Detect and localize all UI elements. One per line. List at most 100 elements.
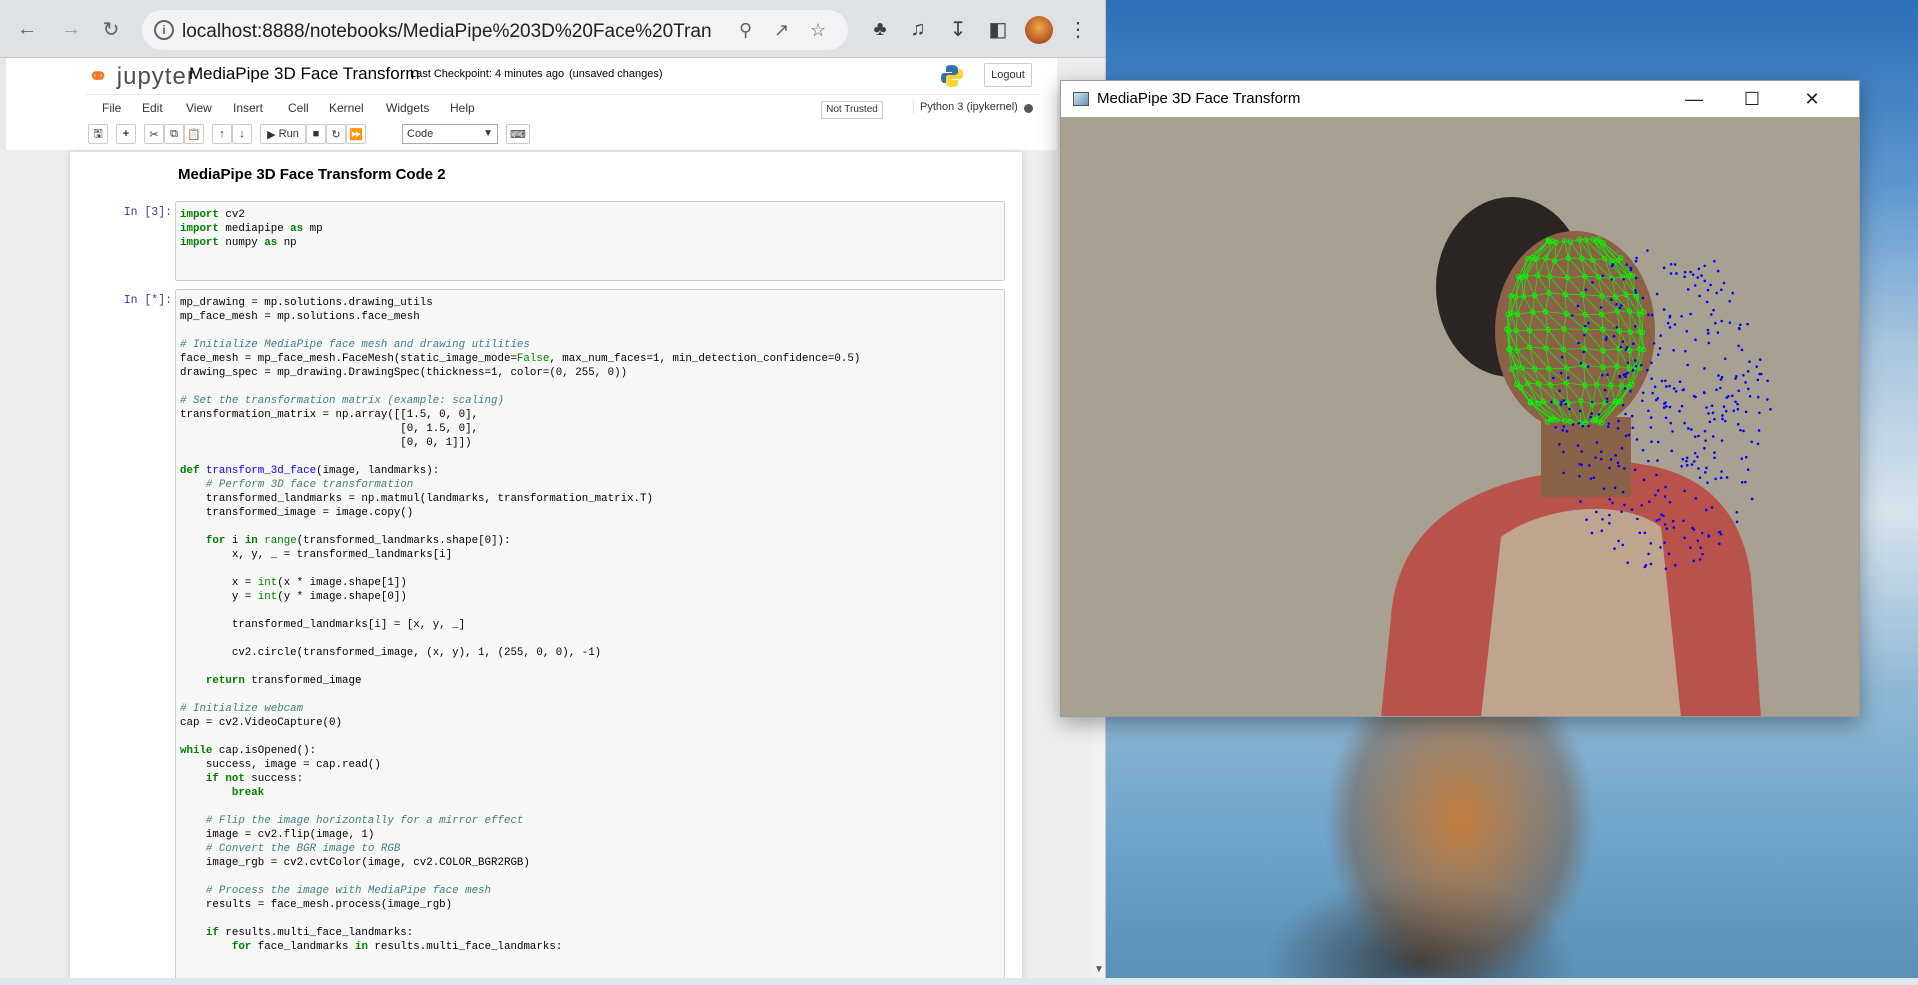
share-icon[interactable]: ↗: [774, 20, 789, 41]
transformed-landmark-point: [1653, 385, 1657, 389]
transformed-landmark-point: [1722, 281, 1726, 285]
forward-arrow-icon[interactable]: →: [56, 14, 86, 44]
menu-cell[interactable]: Cell: [288, 101, 309, 115]
run-button[interactable]: ▶ Run: [260, 124, 306, 144]
trust-indicator[interactable]: Not Trusted: [821, 101, 883, 119]
transformed-landmark-point: [1562, 450, 1565, 454]
transformed-landmark-point: [1618, 306, 1622, 310]
notebook-name[interactable]: MediaPipe 3D Face Transform: [189, 64, 420, 84]
kernel-name[interactable]: Python 3 (ipykernel): [913, 101, 1018, 113]
transformed-landmark-point: [1750, 497, 1754, 501]
transformed-landmark-point: [1683, 270, 1687, 274]
cell2-line: transformed_image = image.copy(): [180, 507, 414, 519]
media-control-icon[interactable]: ♫: [904, 14, 932, 44]
maximize-icon[interactable]: ☐: [1729, 85, 1775, 113]
menu-edit[interactable]: Edit: [142, 101, 163, 115]
transformed-landmark-point: [1694, 395, 1697, 399]
transformed-landmark-point: [1713, 456, 1716, 460]
fast-forward-icon[interactable]: ⏩: [346, 124, 366, 144]
chevron-down-icon: ▼: [483, 128, 493, 139]
transformed-landmark-point: [1692, 528, 1696, 531]
menu-file[interactable]: File: [102, 101, 121, 115]
cell-type-select[interactable]: Code ▼: [402, 124, 498, 144]
copy-icon[interactable]: ⧉: [164, 124, 184, 144]
profile-avatar-icon[interactable]: [1025, 16, 1053, 44]
transformed-landmark-point: [1715, 388, 1718, 392]
transformed-landmark-point: [1725, 396, 1729, 399]
keyboard-icon[interactable]: ⌨: [506, 124, 530, 144]
jupyter-logo[interactable]: ⚭ jupyter: [88, 62, 196, 91]
transformed-landmark-point: [1645, 368, 1649, 372]
add-cell-icon[interactable]: +: [116, 124, 136, 144]
transformed-landmark-point: [1720, 470, 1723, 473]
transformed-landmark-point: [1703, 429, 1707, 433]
url-text[interactable]: localhost:8888/notebooks/MediaPipe%203D%…: [182, 21, 712, 43]
transformed-landmark-point: [1719, 476, 1723, 480]
scroll-down-arrow-icon[interactable]: ▼: [1094, 964, 1104, 975]
transformed-landmark-point: [1649, 426, 1653, 429]
download-icon[interactable]: ↧: [944, 14, 972, 44]
transformed-landmark-point: [1728, 321, 1732, 324]
restart-icon[interactable]: ↻: [326, 124, 346, 144]
cell2-line: [180, 380, 1000, 394]
transformed-landmark-point: [1658, 347, 1662, 350]
code-cell-1[interactable]: import cv2 import mediapipe as mp import n…: [175, 201, 1005, 281]
transformed-landmark-point: [1641, 391, 1645, 395]
transformed-landmark-point: [1694, 497, 1698, 500]
code-cell-2[interactable]: mp_drawing = mp.solutions.drawing_utils m…: [175, 289, 1005, 978]
menu-widgets[interactable]: Widgets: [386, 101, 429, 115]
back-arrow-icon[interactable]: ←: [12, 14, 42, 44]
transformed-landmark-point: [1668, 314, 1672, 318]
reload-icon[interactable]: ↻: [96, 14, 126, 44]
transformed-landmark-point: [1712, 308, 1715, 312]
transformed-landmark-point: [1649, 416, 1653, 419]
transformed-landmark-point: [1675, 272, 1678, 275]
zoom-icon[interactable]: ⚲: [739, 20, 752, 41]
transformed-landmark-point: [1624, 434, 1628, 438]
video-window-titlebar[interactable]: MediaPipe 3D Face Transform — ☐ ✕: [1061, 81, 1859, 117]
transformed-landmark-point: [1562, 471, 1565, 475]
transformed-landmark-point: [1631, 369, 1635, 372]
markdown-heading[interactable]: MediaPipe 3D Face Transform Code 2: [178, 166, 446, 183]
minimize-icon[interactable]: —: [1671, 85, 1717, 113]
transformed-landmark-point: [1624, 348, 1628, 351]
save-icon[interactable]: 🖫: [88, 124, 108, 144]
menu-insert[interactable]: Insert: [233, 101, 263, 115]
transformed-landmark-point: [1689, 270, 1692, 274]
address-bar[interactable]: i localhost:8888/notebooks/MediaPipe%203…: [142, 10, 848, 50]
transformed-landmark-point: [1706, 332, 1710, 335]
transformed-landmark-point: [1685, 456, 1689, 460]
cut-icon[interactable]: ✂: [144, 124, 164, 144]
menu-help[interactable]: Help: [450, 101, 475, 115]
transformed-landmark-point: [1599, 450, 1603, 454]
transformed-landmark-point: [1656, 440, 1660, 444]
site-info-icon[interactable]: i: [154, 20, 174, 40]
paste-icon[interactable]: 📋: [184, 124, 204, 144]
extensions-icon[interactable]: ♣: [866, 14, 894, 44]
transformed-landmark-point: [1579, 500, 1582, 503]
bookmark-star-icon[interactable]: ☆: [810, 20, 826, 41]
move-up-icon[interactable]: ↑: [212, 124, 232, 144]
transformed-landmark-point: [1558, 442, 1561, 446]
stop-icon[interactable]: ■: [306, 124, 326, 144]
transformed-landmark-point: [1659, 546, 1662, 549]
more-menu-icon[interactable]: ⋮: [1064, 14, 1092, 44]
run-icon: ▶: [267, 128, 279, 141]
move-down-icon[interactable]: ↓: [232, 124, 252, 144]
transformed-landmark-point: [1595, 510, 1598, 514]
transformed-landmark-point: [1669, 263, 1673, 266]
transformed-landmark-point: [1631, 426, 1635, 430]
menu-kernel[interactable]: Kernel: [329, 101, 364, 115]
menu-view[interactable]: View: [186, 101, 212, 115]
video-window[interactable]: MediaPipe 3D Face Transform — ☐ ✕: [1060, 80, 1860, 717]
close-icon[interactable]: ✕: [1789, 85, 1835, 113]
transformed-landmark-point: [1766, 398, 1769, 401]
transformed-landmark-point: [1705, 300, 1709, 304]
transformed-landmark-point: [1590, 412, 1594, 415]
logout-button[interactable]: Logout: [984, 63, 1032, 87]
cell2-line: [180, 870, 1000, 884]
transformed-landmark-point: [1627, 433, 1631, 437]
transformed-landmark-point: [1673, 323, 1677, 326]
side-panel-icon[interactable]: ◧: [984, 14, 1012, 44]
transformed-landmark-point: [1630, 414, 1634, 418]
